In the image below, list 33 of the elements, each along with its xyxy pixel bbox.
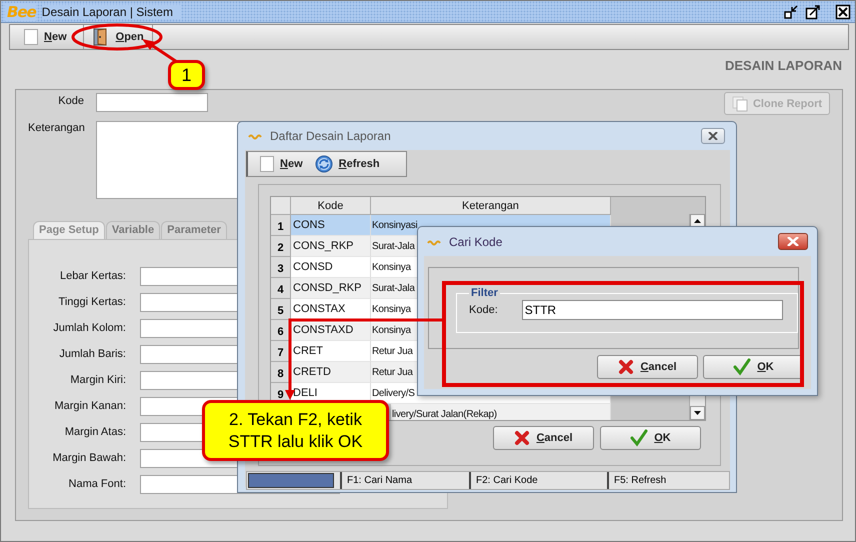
- field-label: Tinggi Kertas:: [58, 296, 126, 308]
- field-label: Kode:: [469, 304, 498, 316]
- group-title: Filter: [470, 287, 499, 299]
- page-heading: DESAIN LAPORAN: [724, 58, 842, 74]
- callout-note: 1: [168, 60, 205, 90]
- field-label: Margin Bawah:: [52, 452, 126, 464]
- field-label: Lebar Kertas:: [58, 270, 126, 282]
- field-label: Nama Font:: [68, 478, 126, 490]
- field-label: Jumlah Kolom:: [52, 322, 126, 334]
- field-label: Margin Kanan:: [53, 400, 126, 412]
- field-label: Keterangan: [28, 121, 84, 136]
- row-number: 7: [271, 341, 291, 362]
- field-label: Kode: [57, 94, 84, 109]
- row-number: 3: [271, 257, 291, 278]
- status-text: F2: Cari Kode: [469, 472, 607, 489]
- row-number: 2: [271, 236, 291, 257]
- row-number: 8: [271, 362, 291, 383]
- column-header: Keterangan: [371, 197, 611, 215]
- status-text: F1: Cari Nama: [340, 472, 469, 489]
- window-title: Desain Laporan | Sistem: [42, 4, 181, 18]
- field-label: Jumlah Baris:: [58, 348, 126, 360]
- field-label: Margin Kiri:: [69, 374, 126, 386]
- field-label: Margin Atas:: [64, 426, 126, 438]
- dialog-title: Cari Kode: [449, 234, 502, 248]
- status-text: F5: Refresh: [607, 472, 729, 489]
- row-number: 6: [271, 320, 291, 341]
- dialog-title: Daftar Desain Laporan: [270, 129, 391, 143]
- row-number: 5: [271, 299, 291, 320]
- callout-note: 2. Tekan F2, ketik STTR lalu klik OK: [202, 400, 389, 461]
- column-header: Kode: [291, 197, 371, 215]
- app-logo: Bee: [5, 2, 36, 20]
- row-number: 1: [271, 215, 291, 236]
- row-number: 4: [271, 278, 291, 299]
